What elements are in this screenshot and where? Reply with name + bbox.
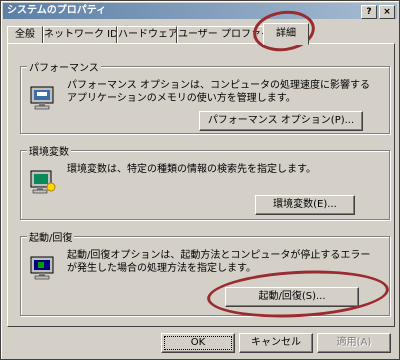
window-title: システムのプロパティ	[7, 5, 107, 16]
environment-description: 環境変数は、特定の種類の情報の検索先を指定します。	[67, 164, 316, 175]
monitor-sun-icon	[30, 170, 56, 194]
startup-recovery-group: 起動/回復 起動/回復オプションは、起動方法とコンピュータが停止するエラーが発生…	[20, 229, 390, 316]
environment-group: 環境変数 環境変数は、特定の種類の情報の検索先を指定します。 環境変数(E)..…	[20, 143, 390, 220]
monitor-startup-icon	[30, 256, 54, 280]
environment-group-title: 環境変数	[27, 143, 71, 158]
startup-recovery-description: 起動/回復オプションは、起動方法とコンピュータが停止するエラーが発生した場合の処…	[67, 250, 371, 274]
environment-variables-button[interactable]: 環境変数(E)...	[255, 195, 355, 215]
help-button[interactable]: ?	[361, 5, 377, 19]
close-button[interactable]: ×	[379, 5, 395, 19]
performance-group: パフォーマンス パフォーマンス オプションは、コンピュータの処理速度に影響するア…	[20, 59, 390, 134]
performance-description: パフォーマンス オプションは、コンピュータの処理速度に影響するアプリケーションの…	[67, 80, 370, 104]
performance-group-title: パフォーマンス	[27, 59, 101, 74]
tab-general[interactable]: 全般	[7, 26, 43, 44]
startup-recovery-button[interactable]: 起動/回復(S)...	[225, 287, 359, 307]
tab-advanced[interactable]: 詳細	[263, 23, 309, 45]
advanced-tab-page: パフォーマンス パフォーマンス オプションは、コンピュータの処理速度に影響するア…	[7, 43, 395, 327]
tab-strip: 全般 ネットワーク ID ハードウェア ユーザー プロファイル 詳細	[7, 23, 397, 45]
performance-options-button[interactable]: パフォーマンス オプション(P)...	[199, 111, 363, 131]
ok-button[interactable]: OK	[161, 333, 235, 353]
system-properties-window: システムのプロパティ ? × 全般 ネットワーク ID ハードウェア ユーザー …	[0, 0, 400, 360]
startup-recovery-group-title: 起動/回復	[27, 229, 75, 244]
tab-network-id[interactable]: ネットワーク ID	[43, 26, 117, 44]
apply-button[interactable]: 適用(A)	[317, 333, 391, 353]
monitor-gauge-icon	[30, 86, 54, 110]
cancel-button[interactable]: キャンセル	[239, 333, 313, 353]
title-bar[interactable]: システムのプロパティ ? ×	[3, 3, 397, 19]
tab-user-profile[interactable]: ユーザー プロファイル	[177, 26, 265, 44]
tab-hardware[interactable]: ハードウェア	[117, 26, 177, 44]
